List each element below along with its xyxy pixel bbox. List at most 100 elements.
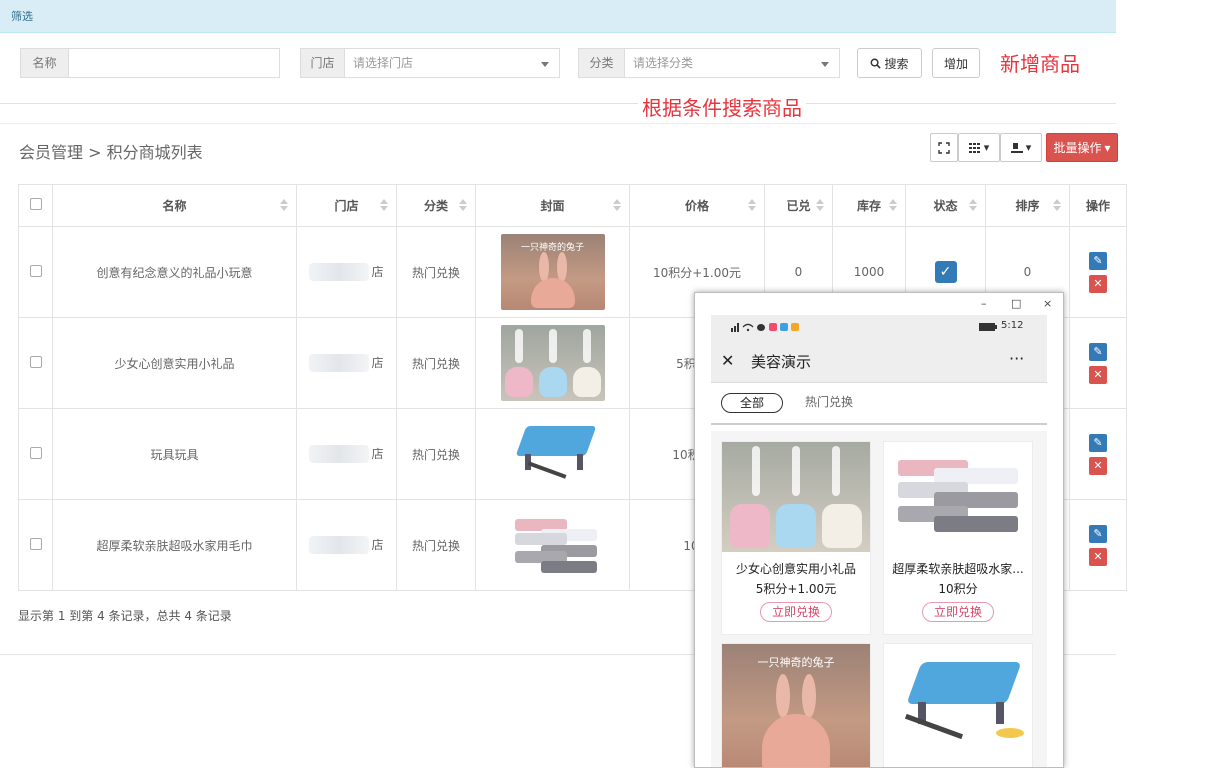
edit-icon[interactable]: ✎ [1089,342,1107,361]
minimize-button[interactable]: – [981,297,987,310]
export-button[interactable]: ▾ [1000,133,1042,162]
select-all-checkbox[interactable] [29,198,42,210]
filter-label: 筛选 [11,10,33,23]
category-label: 分类 [578,48,624,78]
row-checkbox[interactable] [29,264,42,277]
product-card[interactable] [883,643,1033,767]
more-menu-icon[interactable]: ··· [1009,349,1024,368]
store-cell: 店 [296,226,397,318]
column-header[interactable]: 已兑 [764,184,833,227]
sort-icon [969,199,977,213]
column-label: 已兑 [786,199,811,213]
actions-cell: ✎ ✕ [1069,408,1127,500]
column-header[interactable]: 名称 [52,184,297,227]
category-cell: 热门兑换 [396,317,476,409]
store-select[interactable]: 请选择门店 [344,48,560,78]
column-label: 状态 [933,199,958,213]
chevron-down-icon: ▾ [983,141,990,154]
store-name: 店 [371,355,384,370]
phone-category-tabs: 全部 热门兑换 [711,385,1047,425]
redacted-store [309,354,370,373]
sort-icon [380,199,388,213]
battery-icon [979,323,997,331]
search-button-label: 搜索 [884,56,909,71]
column-label: 操作 [1085,199,1110,213]
edit-icon[interactable]: ✎ [1089,251,1107,270]
maximize-button[interactable]: □ [1011,297,1021,310]
sort-icon [280,199,288,213]
name-filter: 名称 [20,48,280,78]
store-cell: 店 [296,317,397,409]
product-card[interactable]: 少女心创意实用小礼品 5积分+1.00元 立即兑换 [721,441,871,635]
column-header[interactable]: 排序 [985,184,1070,227]
actions-cell: ✎ ✕ [1069,226,1127,318]
column-label: 排序 [1015,199,1040,213]
fullscreen-button[interactable] [930,133,958,162]
mini-app-title: 美容演示 [751,353,812,371]
cover-image [500,507,605,583]
search-button[interactable]: 搜索 [857,48,922,78]
column-header[interactable]: 门店 [296,184,397,227]
annotation-add-product: 新增商品 [1000,52,1080,76]
close-icon[interactable]: ✕ [721,351,734,370]
tab-all[interactable]: 全部 [721,393,783,413]
cover-image [500,416,605,492]
product-card[interactable]: 一只神奇的兔子 [721,643,871,767]
status-checkbox[interactable]: ✓ [934,261,957,283]
name-input[interactable] [68,48,280,78]
phone-nav-bar: ✕ 美容演示 ··· [711,339,1047,383]
product-card[interactable]: 超厚柔软亲肤超吸水家... 10积分 立即兑换 [883,441,1033,635]
annotation-search-condition: 根据条件搜索商品 [638,92,806,121]
cover-cell: 一只神奇的兔子 [475,226,630,318]
edit-icon[interactable]: ✎ [1089,524,1107,543]
row-checkbox[interactable] [29,355,42,368]
tab-hot-exchange[interactable]: 热门兑换 [805,393,853,410]
delete-icon[interactable]: ✕ [1089,365,1107,384]
product-name: 少女心创意实用小礼品 [52,317,297,409]
product-name: 少女心创意实用小礼品 [735,562,856,576]
add-button-label: 增加 [943,56,968,71]
add-button[interactable]: 增加 [932,48,980,78]
column-header[interactable]: 封面 [475,184,630,227]
filter-bar: 筛选 [0,0,1116,33]
row-checkbox[interactable] [29,446,42,459]
phone-status-bar: 5:12 [711,315,1047,339]
columns-button[interactable]: ▾ [958,133,1000,162]
product-name: 超厚柔软亲肤超吸水家... [892,562,1024,576]
actions-cell: ✎ ✕ [1069,317,1127,409]
column-label: 库存 [856,199,881,213]
name-label: 名称 [20,48,68,78]
store-name: 店 [371,537,384,552]
redeem-button[interactable]: 立即兑换 [922,602,994,622]
chevron-down-icon [541,62,549,67]
category-cell: 热门兑换 [396,408,476,500]
redacted-store [309,536,370,555]
sort-icon [613,199,621,213]
edit-icon[interactable]: ✎ [1089,433,1107,452]
delete-icon[interactable]: ✕ [1089,547,1107,566]
divider [0,123,1116,124]
phone-preview-window[interactable]: – □ × 5:12 ✕ 美容演示 ··· 全部 热门兑换 少女心创意实用小礼品… [694,292,1064,768]
sort-icon [816,199,824,213]
close-window-button[interactable]: × [1043,297,1052,310]
column-header[interactable]: 分类 [396,184,476,227]
product-name: 创意有纪念意义的礼品小玩意 [52,226,297,318]
column-header[interactable]: 库存 [832,184,906,227]
column-label: 门店 [334,199,359,213]
sort-icon [459,199,467,213]
column-header[interactable]: 价格 [629,184,765,227]
cover-cell [475,317,630,409]
column-header: 操作 [1069,184,1127,227]
redeem-button[interactable]: 立即兑换 [760,602,832,622]
select-all-cell [18,184,53,227]
category-select[interactable]: 请选择分类 [624,48,840,78]
delete-icon[interactable]: ✕ [1089,274,1107,293]
batch-actions-button[interactable]: 批量操作 ▾ [1046,133,1118,162]
delete-icon[interactable]: ✕ [1089,456,1107,475]
product-image: 一只神奇的兔子 [722,644,870,767]
status-icons [731,323,799,332]
row-checkbox[interactable] [29,537,42,550]
store-name: 店 [371,264,384,279]
phone-screen: 5:12 ✕ 美容演示 ··· 全部 热门兑换 少女心创意实用小礼品 5积分+1… [711,315,1047,767]
column-header[interactable]: 状态 [905,184,986,227]
